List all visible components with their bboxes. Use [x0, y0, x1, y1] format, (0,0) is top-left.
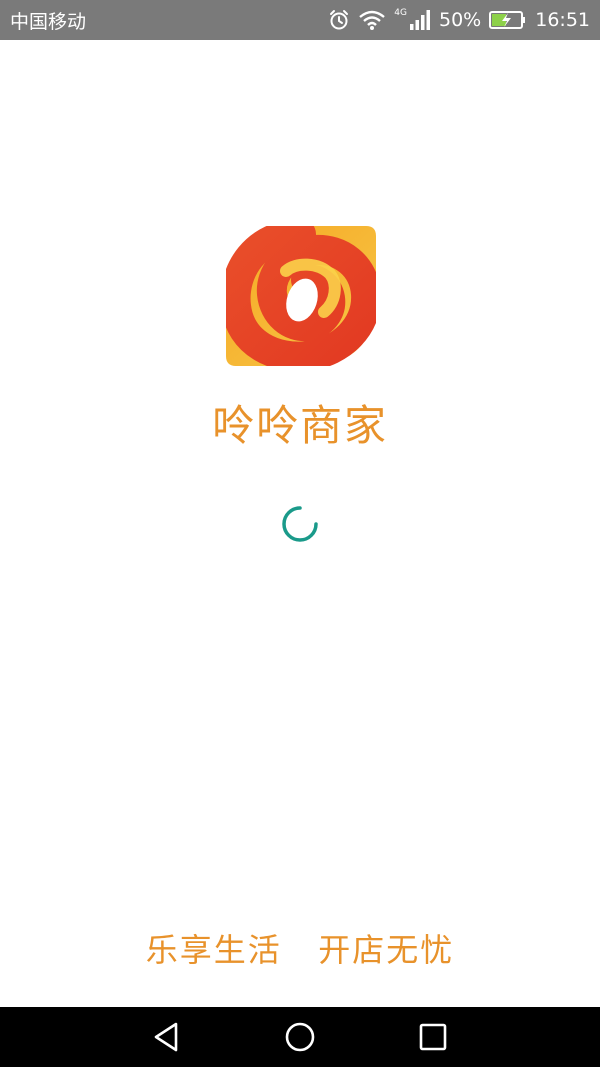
carrier-label: 中国移动 — [10, 10, 87, 33]
loading-spinner-icon — [281, 505, 319, 543]
recent-apps-icon — [416, 1023, 450, 1058]
splash-screen: 中国移动 4G 50% 16:51 呤呤商家 乐享生活 开店无忧 — [0, 0, 600, 1067]
slogan-text: 乐享生活 开店无忧 — [145, 931, 455, 969]
network-type-label: 4G — [394, 8, 407, 18]
app-logo — [220, 219, 382, 372]
home-button[interactable] — [283, 1020, 317, 1054]
app-name-title: 呤呤商家 — [211, 401, 388, 450]
clock: 16:51 — [535, 9, 590, 31]
alarm-icon — [328, 9, 350, 31]
home-icon — [283, 1022, 317, 1058]
wifi-icon — [358, 9, 386, 31]
signal-icon — [409, 9, 431, 31]
battery-charging-icon — [489, 9, 527, 31]
back-button[interactable] — [150, 1020, 184, 1054]
recent-apps-button[interactable] — [416, 1020, 450, 1054]
back-icon — [150, 1022, 184, 1058]
battery-percent: 50% — [439, 9, 482, 31]
status-bar: 中国移动 4G 50% 16:51 — [0, 0, 600, 40]
navigation-bar — [0, 1007, 600, 1067]
